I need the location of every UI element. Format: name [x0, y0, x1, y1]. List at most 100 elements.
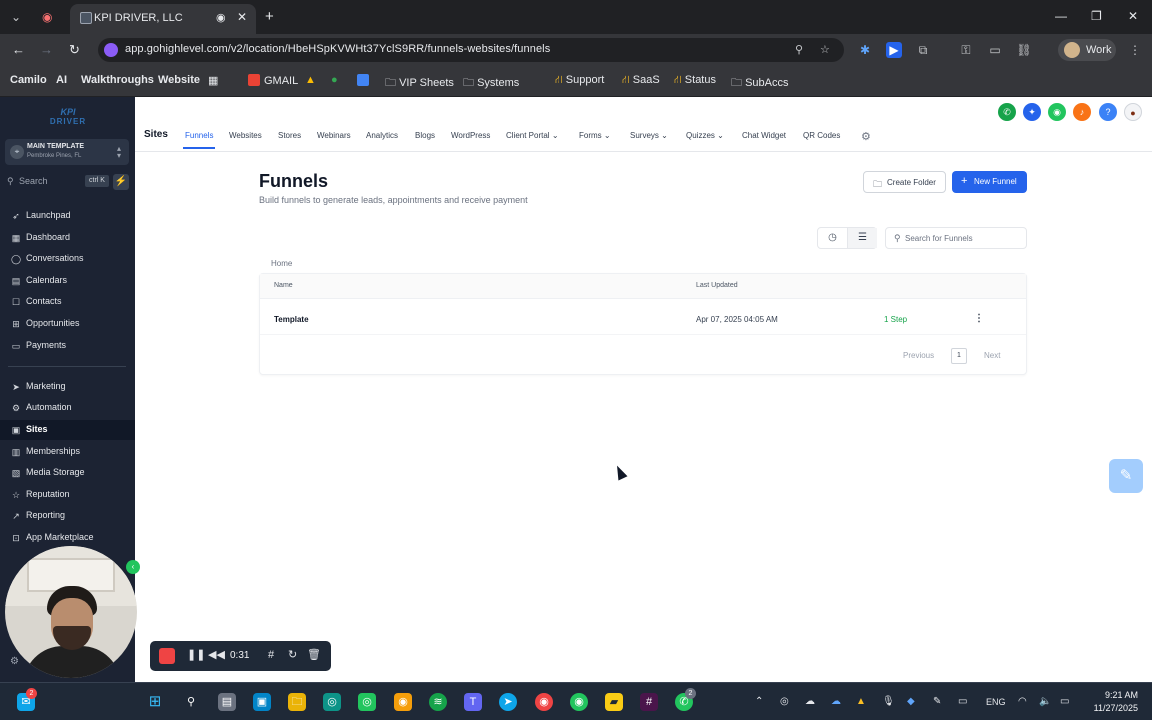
tab-quizzes[interactable]: Quizzes ⌄ — [686, 131, 724, 140]
sidebar-item-marketing[interactable]: ➤ Marketing — [0, 377, 135, 397]
notification-bell-icon[interactable]: ♪ — [1073, 103, 1091, 121]
profile-button[interactable]: Work — [1058, 39, 1116, 61]
kebab-menu-icon[interactable]: ⋮ — [974, 313, 984, 324]
sidebar-search[interactable]: ⚲ Search ctrl K — [5, 175, 109, 189]
display-icon[interactable]: ▭ — [958, 696, 967, 707]
pagination-current-page[interactable]: 1 — [951, 348, 967, 364]
trash-icon[interactable]: 🗑 — [307, 649, 321, 662]
file-explorer-icon[interactable]: 🗀 — [288, 693, 306, 711]
tab-client-portal[interactable]: Client Portal ⌄ — [506, 131, 559, 140]
sidebar-item-conversations[interactable]: ◯ Conversations — [0, 249, 135, 269]
task-view-icon[interactable]: ▤ — [218, 693, 236, 711]
clock-icon[interactable]: ◷ — [818, 228, 847, 248]
active-browser-tab[interactable]: KPI DRIVER, LLC ◉ ✕ — [70, 4, 256, 34]
tab-blogs[interactable]: Blogs — [415, 131, 435, 140]
clock-date[interactable]: 11/27/2025 — [1088, 703, 1138, 713]
pagination-next[interactable]: Next — [984, 351, 1000, 360]
minimize-icon[interactable]: — — [1055, 9, 1067, 23]
passwords-icon[interactable]: ⚿ — [958, 42, 974, 58]
quick-action-icon[interactable]: ⚡ — [113, 174, 129, 190]
sidebar-item-launchpad[interactable]: ➶ Launchpad — [0, 206, 135, 226]
extension-play-icon[interactable]: ▶ — [886, 42, 902, 58]
sidebar-item-sites[interactable]: ▣ Sites — [0, 420, 135, 440]
language-indicator[interactable]: ENG — [986, 697, 1006, 707]
onedrive-icon[interactable]: ☁ — [805, 696, 815, 707]
bookmark-vip-sheets[interactable]: 🗀 VIP Sheets — [385, 74, 454, 93]
sidebar-item-automation[interactable]: ⚙ Automation — [0, 398, 135, 418]
sidebar-item-contacts[interactable]: ☐ Contacts — [0, 292, 135, 312]
bookmark-saas[interactable]: ⛙ SaaS — [622, 74, 660, 88]
bookmark-gmail[interactable]: GMAIL — [248, 74, 298, 87]
sticky-notes-icon[interactable]: ▰ — [605, 693, 623, 711]
sidebar-item-reporting[interactable]: ↗ Reporting — [0, 506, 135, 526]
link-icon[interactable]: ⛓ — [1016, 42, 1032, 58]
user-avatar[interactable]: ● — [1124, 103, 1142, 121]
chrome-active-icon[interactable]: ◉ — [570, 693, 588, 711]
settings-icon[interactable]: ⚙ — [10, 656, 19, 667]
bookmark-website[interactable]: Website — [158, 74, 200, 86]
tab-close-icon[interactable]: ✕ — [237, 10, 247, 24]
bookmark-walkthroughs[interactable]: Walkthroughs — [81, 74, 154, 86]
tab-stores[interactable]: Stores — [278, 131, 301, 140]
list-view-icon[interactable]: ☰ — [847, 228, 877, 248]
payment-card-icon[interactable]: ▭ — [987, 42, 1003, 58]
slack-icon[interactable]: # — [640, 693, 658, 711]
rewind-icon[interactable]: ◀◀ — [208, 649, 225, 662]
floating-widget-icon[interactable]: ✎ — [1109, 459, 1143, 493]
sidebar-item-reputation[interactable]: ☆ Reputation — [0, 485, 135, 505]
new-funnel-button[interactable]: + New Funnel — [952, 171, 1027, 193]
create-folder-button[interactable]: 🗀 Create Folder — [863, 171, 946, 193]
chrome-canary-icon[interactable]: ◉ — [394, 693, 412, 711]
windows-start-icon[interactable]: ⊞ — [146, 693, 164, 711]
tab-forms[interactable]: Forms ⌄ — [579, 131, 611, 140]
help-icon[interactable]: ? — [1099, 103, 1117, 121]
grid-icon[interactable]: # — [268, 649, 274, 662]
webcam-overlay[interactable] — [5, 546, 137, 678]
telegram-icon[interactable]: ➤ — [499, 693, 517, 711]
bookmark-ai[interactable]: AI — [56, 74, 67, 86]
pagination-previous[interactable]: Previous — [903, 351, 934, 360]
sidebar-item-dashboard[interactable]: ▦ Dashboard — [0, 228, 135, 248]
window-close-icon[interactable]: ✕ — [1128, 9, 1138, 23]
url-text[interactable]: app.gohighlevel.com/v2/location/HbeHSpKV… — [125, 43, 550, 55]
tab-wordpress[interactable]: WordPress — [451, 131, 490, 140]
bookmark-support[interactable]: ⛙ Support — [555, 74, 604, 88]
funnel-name[interactable]: Template — [274, 315, 309, 324]
spotify-icon[interactable]: ≋ — [429, 693, 447, 711]
restart-icon[interactable]: ↻ — [288, 649, 297, 662]
tab-chat-widget[interactable]: Chat Widget — [742, 131, 786, 140]
chrome-shortcut-icon[interactable]: ● — [331, 74, 338, 86]
kpi-driver-logo[interactable]: KPI DRIVER — [46, 107, 90, 129]
new-tab-icon[interactable]: + — [265, 8, 274, 25]
tab-qr-codes[interactable]: QR Codes — [803, 131, 840, 140]
bookmark-camilo[interactable]: Camilo — [10, 74, 47, 86]
drive-icon[interactable]: ▲ — [305, 74, 316, 86]
bookmark-star-icon[interactable]: ☆ — [820, 43, 830, 56]
tab-surveys[interactable]: Surveys ⌄ — [630, 131, 668, 140]
store-app-icon[interactable]: ▣ — [253, 693, 271, 711]
calendar-shortcut-icon[interactable] — [357, 74, 373, 87]
gear-icon[interactable]: ⚙ — [861, 130, 871, 143]
breadcrumb[interactable]: Home — [271, 259, 292, 268]
search-input[interactable] — [905, 231, 1023, 245]
browser-menu-icon[interactable]: ⋮ — [1127, 42, 1143, 58]
tab-websites[interactable]: Websites — [229, 131, 262, 140]
wifi-icon[interactable]: ◠ — [1018, 696, 1027, 707]
tab-webinars[interactable]: Webinars — [317, 131, 351, 140]
site-info-icon[interactable] — [104, 43, 118, 57]
tab-funnels[interactable]: Funnels — [185, 131, 213, 140]
pen-icon[interactable]: ✎ — [933, 696, 941, 707]
sidebar-item-memberships[interactable]: ▥ Memberships — [0, 442, 135, 462]
stop-recording-button[interactable] — [159, 648, 175, 664]
taskbar-search-icon[interactable]: ⚲ — [182, 693, 200, 711]
tray-widget-icon[interactable]: ◆ — [907, 696, 915, 707]
volume-icon[interactable]: 🔈 — [1039, 696, 1051, 707]
funnel-steps[interactable]: 1 Step — [884, 315, 907, 324]
extensions-icon[interactable]: ⧉ — [915, 42, 931, 58]
zoom-icon[interactable]: ⚲ — [795, 43, 803, 56]
magic-icon[interactable]: ✦ — [1023, 103, 1041, 121]
tab-analytics[interactable]: Analytics — [366, 131, 398, 140]
onedrive-blue-icon[interactable]: ☁ — [831, 696, 841, 707]
extension-puzzle-icon[interactable]: ✱ — [857, 42, 873, 58]
show-hidden-icons-icon[interactable]: ⌃ — [755, 696, 763, 707]
